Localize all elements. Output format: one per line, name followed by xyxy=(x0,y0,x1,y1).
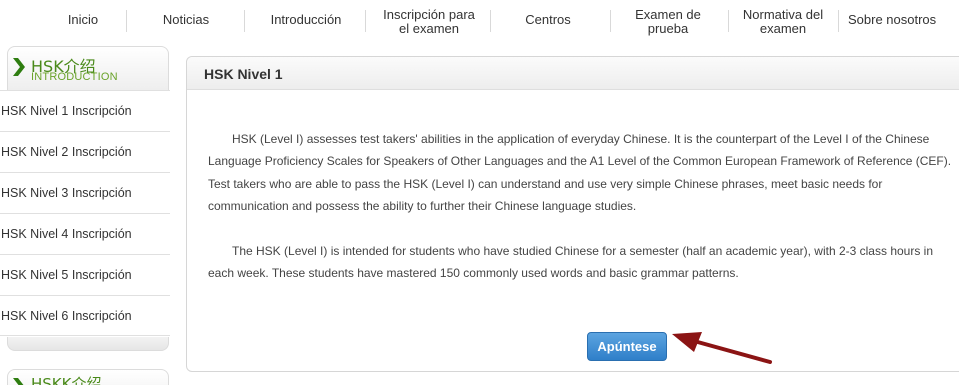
sidebar-item-hsk-1[interactable]: HSK Nivel 1 Inscripción xyxy=(0,90,170,131)
sidebar-header-title-en: INTRODUCTION xyxy=(31,71,118,83)
nav-centros[interactable]: Centros xyxy=(500,0,596,38)
sidebar-item-hsk-2[interactable]: HSK Nivel 2 Inscripción xyxy=(0,131,170,172)
sidebar-item-label: HSK Nivel 4 Inscripción xyxy=(1,227,132,241)
chevron-right-icon xyxy=(13,58,25,76)
description-paragraph-2: The HSK (Level I) is intended for studen… xyxy=(208,244,934,281)
nav-inscripcion-label: Inscripción para el examen xyxy=(383,7,475,36)
sidebar-item-hsk-3[interactable]: HSK Nivel 3 Inscripción xyxy=(0,172,170,213)
nav-introduccion[interactable]: Introducción xyxy=(258,0,354,38)
nav-examen-de-prueba-label: Examen de prueba xyxy=(635,7,701,36)
sidebar-header-introduction: HSK介绍 INTRODUCTION xyxy=(7,46,169,90)
sidebar-item-label: HSK Nivel 6 Inscripción xyxy=(1,309,132,323)
sidebar-header-hskk[interactable]: HSKK介绍 xyxy=(7,369,169,385)
sidebar-header2-title-zh: HSKK介绍 xyxy=(31,375,102,385)
nav-divider xyxy=(126,10,127,32)
nav-examen-de-prueba[interactable]: Examen de prueba xyxy=(612,0,724,38)
sidebar-item-label: HSK Nivel 5 Inscripción xyxy=(1,268,132,282)
nav-divider xyxy=(838,10,839,32)
sidebar-footer xyxy=(7,337,169,351)
sidebar-item-hsk-6[interactable]: HSK Nivel 6 Inscripción xyxy=(0,295,170,336)
page-title: HSK Nivel 1 xyxy=(204,66,283,82)
pointer-arrow-icon xyxy=(672,332,772,364)
panel-header: HSK Nivel 1 xyxy=(187,57,959,90)
nav-divider xyxy=(244,10,245,32)
nav-centros-label: Centros xyxy=(525,12,571,27)
nav-sobre-nosotros[interactable]: Sobre nosotros xyxy=(842,0,959,38)
nav-divider xyxy=(490,10,491,32)
nav-divider xyxy=(610,10,611,32)
panel-body: HSK (Level I) assesses test takers' abil… xyxy=(208,128,953,308)
top-navigation: Inicio Noticias Introducción Inscripción… xyxy=(0,0,959,38)
nav-sobre-nosotros-label: Sobre nosotros xyxy=(848,12,937,27)
nav-noticias[interactable]: Noticias xyxy=(150,0,222,38)
sidebar-item-hsk-5[interactable]: HSK Nivel 5 Inscripción xyxy=(0,254,170,295)
nav-inscripcion[interactable]: Inscripción para el examen xyxy=(366,0,492,38)
nav-normativa[interactable]: Normativa del examen xyxy=(730,0,836,38)
sidebar-item-label: HSK Nivel 1 Inscripción xyxy=(1,104,132,118)
content-panel: HSK Nivel 1 HSK (Level I) assesses test … xyxy=(186,56,959,372)
chevron-right-icon xyxy=(13,378,24,385)
nav-inicio[interactable]: Inicio xyxy=(40,0,126,38)
sidebar-list: HSK Nivel 1 Inscripción HSK Nivel 2 Insc… xyxy=(0,90,170,336)
nav-normativa-label: Normativa del examen xyxy=(742,7,824,36)
description-paragraph-1: HSK (Level I) assesses test takers' abil… xyxy=(208,132,952,213)
nav-inicio-label: Inicio xyxy=(67,12,99,27)
nav-noticias-label: Noticias xyxy=(162,12,210,27)
nav-introduccion-label: Introducción xyxy=(270,12,342,27)
sidebar-item-label: HSK Nivel 2 Inscripción xyxy=(1,145,132,159)
nav-divider xyxy=(728,10,729,32)
apply-button[interactable]: Apúntese xyxy=(587,332,667,361)
sidebar-item-hsk-4[interactable]: HSK Nivel 4 Inscripción xyxy=(0,213,170,254)
sidebar-item-label: HSK Nivel 3 Inscripción xyxy=(1,186,132,200)
